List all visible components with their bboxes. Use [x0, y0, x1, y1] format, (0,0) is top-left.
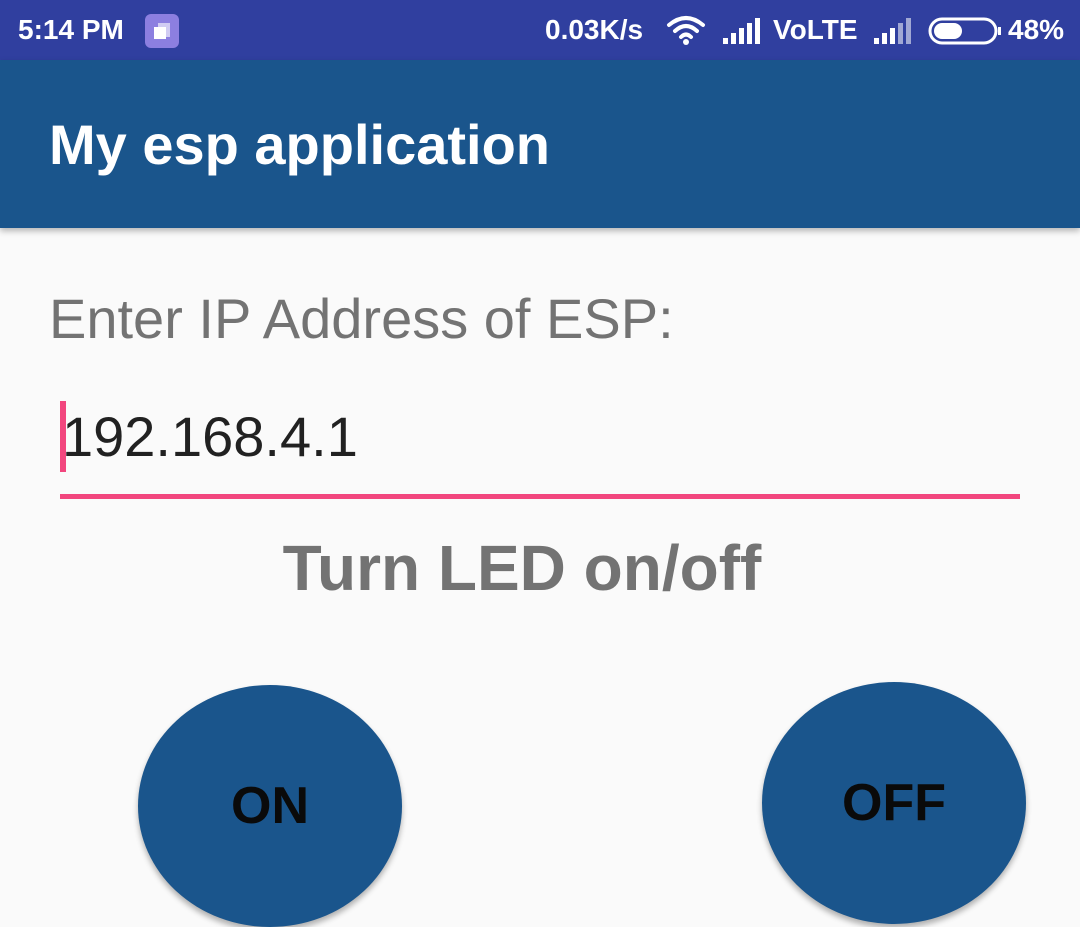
battery-percent: 48% [1008, 14, 1065, 45]
cell-signal-icon [722, 17, 762, 45]
app-title: My esp application [49, 113, 550, 176]
network-speed: 0.03K/s [545, 14, 644, 45]
led-off-button[interactable]: OFF [762, 682, 1026, 924]
wifi-icon [666, 14, 706, 46]
ip-address-field[interactable] [60, 395, 1020, 499]
cell-signal-icon [873, 17, 913, 45]
status-bar: 5:14 PM 0.03K/s VoLTE 48% [0, 0, 1080, 60]
app-bar: My esp application [0, 60, 1080, 228]
network-type-label: VoLTE [773, 14, 858, 45]
ip-address-input[interactable] [60, 399, 1012, 475]
text-cursor [60, 401, 66, 472]
app-notification-icon [145, 14, 179, 48]
ip-address-label: Enter IP Address of ESP: [49, 287, 674, 350]
status-time: 5:14 PM [18, 14, 124, 45]
led-heading: Turn LED on/off [282, 532, 762, 604]
led-on-button[interactable]: ON [138, 685, 402, 927]
battery-icon [928, 17, 1002, 45]
